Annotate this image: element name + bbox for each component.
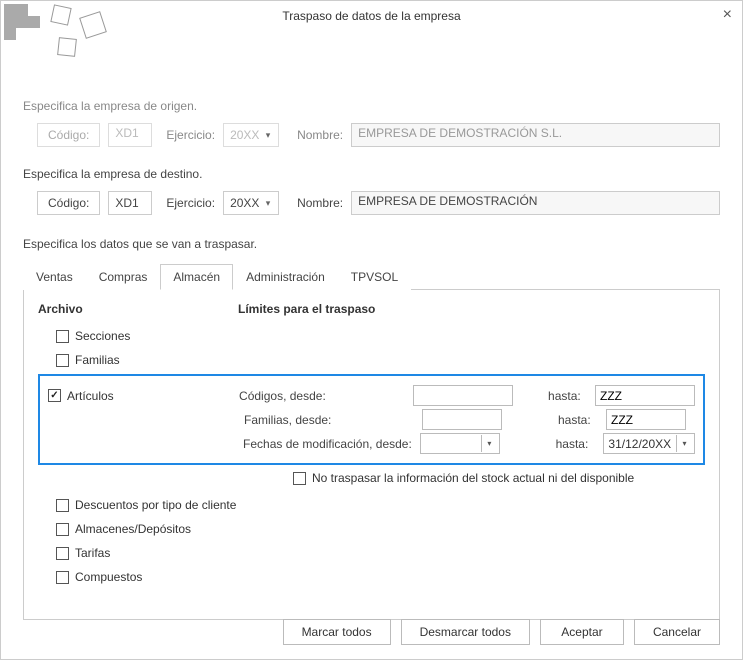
col-limites-header: Límites para el traspaso xyxy=(238,302,705,316)
origin-year-combo: 20XX ▾ xyxy=(223,123,279,147)
familias-hasta-label: hasta: xyxy=(558,413,598,427)
origin-name-label: Nombre: xyxy=(297,128,343,142)
tab-compras[interactable]: Compras xyxy=(86,264,161,290)
dest-year-label: Ejercicio: xyxy=(166,196,215,210)
titlebar: Traspaso de datos de la empresa × xyxy=(1,1,742,31)
check-compuestos[interactable] xyxy=(56,571,69,584)
chevron-down-icon: ▾ xyxy=(260,130,276,141)
check-almacenes-row: Almacenes/Depósitos xyxy=(56,519,705,539)
panel-headers: Archivo Límites para el traspaso xyxy=(38,302,705,316)
check-almacenes-label: Almacenes/Depósitos xyxy=(75,522,191,536)
check-secciones-row: Secciones xyxy=(56,326,705,346)
familias-desde-label: Familias, desde: xyxy=(244,413,414,427)
codigos-desde-label: Códigos, desde: xyxy=(239,389,405,403)
dest-code-input[interactable] xyxy=(108,191,152,215)
origin-year-label: Ejercicio: xyxy=(166,128,215,142)
check-tarifas-row: Tarifas xyxy=(56,543,705,563)
dest-name-value: EMPRESA DE DEMOSTRACIÓN xyxy=(351,191,720,215)
articulos-highlight: Artículos Códigos, desde: hasta: Familia… xyxy=(38,374,705,465)
check-familias-label: Familias xyxy=(75,353,120,367)
fechas-hasta-label: hasta: xyxy=(556,437,596,451)
origin-year-value: 20XX xyxy=(230,128,259,142)
chevron-down-icon: ▾ xyxy=(676,435,692,452)
codigos-to-input[interactable] xyxy=(595,385,695,406)
origin-name-value: EMPRESA DE DEMOSTRACIÓN S.L. xyxy=(351,123,720,147)
check-secciones[interactable] xyxy=(56,330,69,343)
marcar-todos-button[interactable]: Marcar todos xyxy=(283,619,391,645)
codigos-from-input[interactable] xyxy=(413,385,513,406)
dest-year-value: 20XX xyxy=(230,196,259,210)
check-articulos[interactable] xyxy=(48,389,61,402)
cancelar-button[interactable]: Cancelar xyxy=(634,619,720,645)
check-tarifas[interactable] xyxy=(56,547,69,560)
fechas-from-input[interactable]: ▾ xyxy=(420,433,500,454)
dest-row: Código: Ejercicio: 20XX ▾ Nombre: EMPRES… xyxy=(37,191,720,215)
dest-code-label: Código: xyxy=(37,191,100,215)
transfer-label: Especifica los datos que se van a traspa… xyxy=(23,237,720,251)
aceptar-button[interactable]: Aceptar xyxy=(540,619,624,645)
origin-code-value: XD1 xyxy=(108,123,152,147)
check-descuentos-label: Descuentos por tipo de cliente xyxy=(75,498,236,512)
origin-section-label: Especifica la empresa de origen. xyxy=(23,99,720,113)
fechas-to-input[interactable]: 31/12/20XX ▾ xyxy=(603,433,695,454)
tabs: Ventas Compras Almacén Administración TP… xyxy=(23,263,720,290)
familias-to-input[interactable] xyxy=(606,409,686,430)
dest-section-label: Especifica la empresa de destino. xyxy=(23,167,720,181)
desmarcar-todos-button[interactable]: Desmarcar todos xyxy=(401,619,530,645)
check-descuentos-row: Descuentos por tipo de cliente xyxy=(56,495,705,515)
dest-year-combo[interactable]: 20XX ▾ xyxy=(223,191,279,215)
tab-tpvsol[interactable]: TPVSOL xyxy=(338,264,411,290)
check-compuestos-row: Compuestos xyxy=(56,567,705,587)
tab-almacen[interactable]: Almacén xyxy=(160,264,233,290)
check-tarifas-label: Tarifas xyxy=(75,546,110,560)
tab-panel: Archivo Límites para el traspaso Seccion… xyxy=(23,290,720,620)
check-no-stock[interactable] xyxy=(293,472,306,485)
fechas-to-value: 31/12/20XX xyxy=(608,437,671,451)
dest-name-label: Nombre: xyxy=(297,196,343,210)
check-familias-row: Familias xyxy=(56,350,705,370)
origin-row: Código: XD1 Ejercicio: 20XX ▾ Nombre: EM… xyxy=(37,123,720,147)
check-almacenes[interactable] xyxy=(56,523,69,536)
fechas-desde-label: Fechas de modificación, desde: xyxy=(243,437,412,451)
footer: Marcar todos Desmarcar todos Aceptar Can… xyxy=(283,619,720,645)
no-stock-row: No traspasar la información del stock ac… xyxy=(293,471,705,485)
close-icon[interactable]: × xyxy=(723,7,732,23)
window-title: Traspaso de datos de la empresa xyxy=(282,9,460,23)
app-logo xyxy=(4,4,104,64)
familias-from-input[interactable] xyxy=(422,409,502,430)
tab-administracion[interactable]: Administración xyxy=(233,264,338,290)
no-stock-label: No traspasar la información del stock ac… xyxy=(312,471,634,485)
col-archivo-header: Archivo xyxy=(38,302,238,316)
codigos-hasta-label: hasta: xyxy=(548,389,587,403)
check-descuentos[interactable] xyxy=(56,499,69,512)
chevron-down-icon: ▾ xyxy=(260,198,276,209)
check-secciones-label: Secciones xyxy=(75,329,130,343)
check-articulos-label: Artículos xyxy=(67,389,114,403)
origin-code-label: Código: xyxy=(37,123,100,147)
tab-ventas[interactable]: Ventas xyxy=(23,264,86,290)
check-compuestos-label: Compuestos xyxy=(75,570,142,584)
chevron-down-icon: ▾ xyxy=(481,435,497,452)
check-familias[interactable] xyxy=(56,354,69,367)
